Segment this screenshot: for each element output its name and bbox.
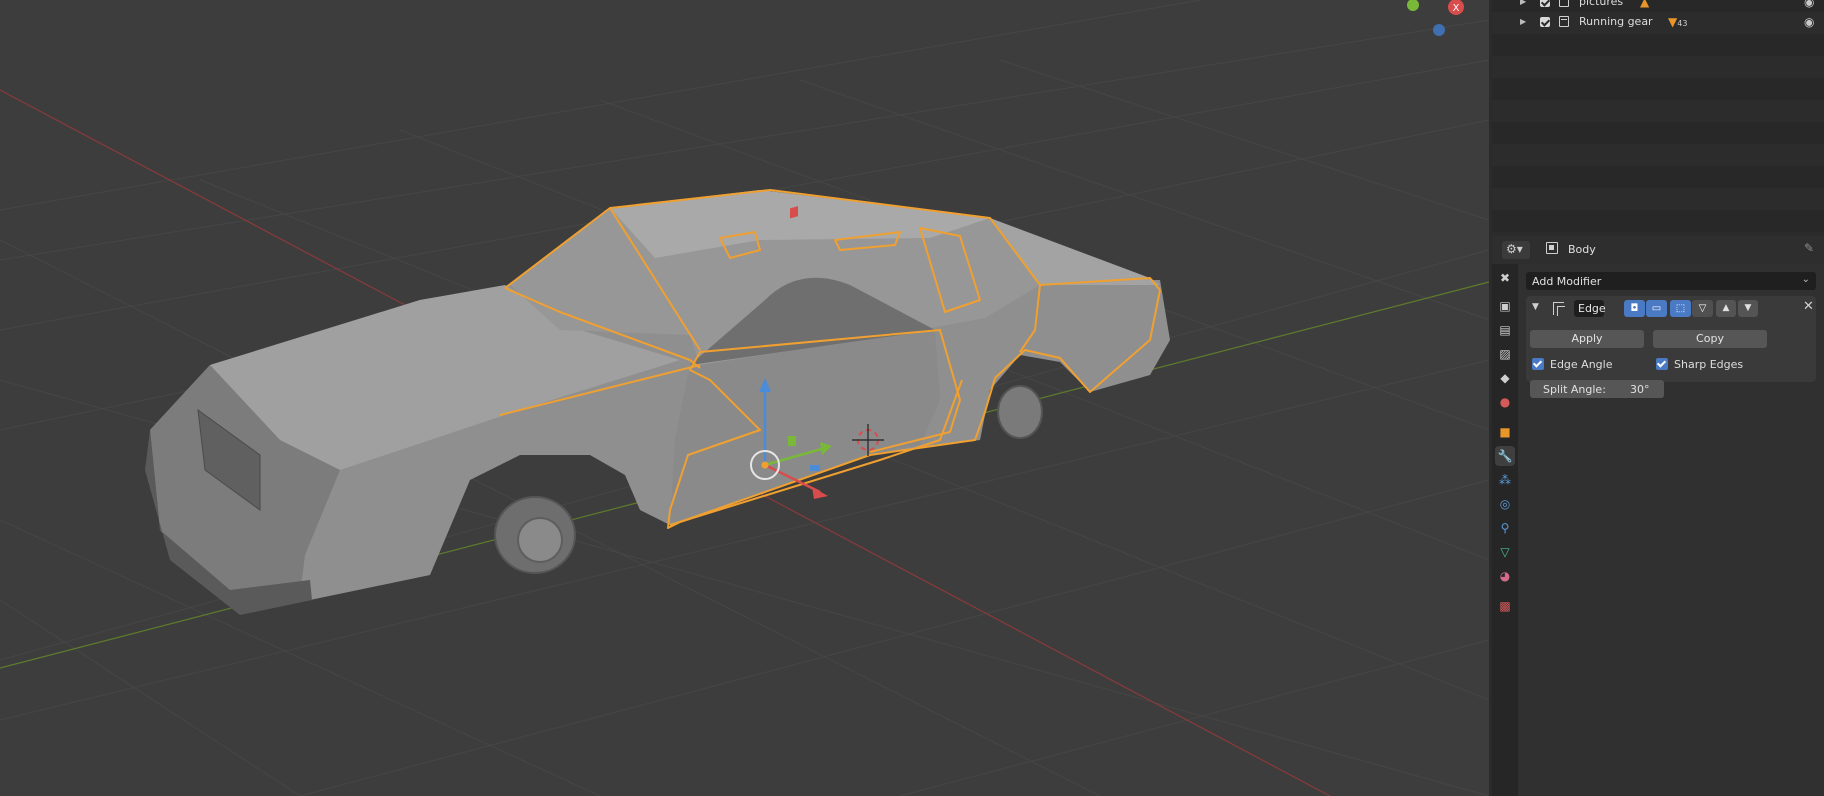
- split-angle-value: 30°: [1630, 383, 1650, 396]
- constraints-tab-icon[interactable]: ⚲: [1495, 518, 1515, 538]
- outliner-empty-row: [1492, 166, 1824, 188]
- navigation-gizmo[interactable]: X: [1407, 0, 1464, 36]
- outliner-empty-row: [1492, 34, 1824, 56]
- move-down-icon[interactable]: ▼: [1738, 300, 1758, 317]
- sharp-edges-checkbox[interactable]: [1656, 358, 1668, 370]
- outliner-empty-row: [1492, 210, 1824, 232]
- render-tab-icon[interactable]: ▣: [1495, 296, 1515, 316]
- visibility-eye-icon[interactable]: ◉: [1804, 0, 1814, 9]
- object-icon: [1546, 242, 1558, 254]
- mesh-icon: ▼: [1668, 15, 1678, 29]
- copy-button[interactable]: Copy: [1653, 330, 1767, 348]
- show-viewport-icon[interactable]: ▭: [1646, 300, 1667, 317]
- show-in-editmode-icon[interactable]: ◘: [1624, 300, 1645, 317]
- world-tab-icon[interactable]: ●: [1495, 392, 1515, 412]
- outliner-row-running-gear[interactable]: ▶ Running gear ▼43 ◉: [1492, 12, 1824, 34]
- editor-type-button[interactable]: ⚙▾: [1502, 241, 1530, 259]
- 3d-viewport[interactable]: X: [0, 0, 1489, 796]
- modifier-name: Edge: [1578, 302, 1606, 315]
- visibility-eye-icon[interactable]: ◉: [1804, 15, 1814, 29]
- modifier-properties: Add Modifier ⌄ ▼ Edge ◘ ▭ ⬚ ▽ ▲ ▼ ✕ Appl…: [1518, 264, 1824, 796]
- expand-arrow-icon[interactable]: ▶: [1520, 0, 1526, 6]
- particles-tab-icon[interactable]: ⁂: [1495, 470, 1515, 490]
- output-tab-icon[interactable]: ▤: [1495, 320, 1515, 340]
- blender-window: X ▶ pictures ▲ ◉ ▶ Running gear ▼43 ◉ ⚙▾…: [0, 0, 1824, 796]
- checkbox-icon[interactable]: [1540, 17, 1550, 27]
- move-up-icon[interactable]: ▲: [1716, 300, 1736, 317]
- mesh-count: 43: [1677, 19, 1688, 28]
- object-tab-icon[interactable]: ■: [1495, 422, 1515, 442]
- tool-tab-icon[interactable]: ✖: [1495, 268, 1515, 288]
- physics-tab-icon[interactable]: ◎: [1495, 494, 1515, 514]
- material-tab-icon[interactable]: ◕: [1495, 566, 1515, 586]
- add-modifier-dropdown[interactable]: Add Modifier ⌄: [1526, 272, 1816, 290]
- outliner-empty-row: [1492, 56, 1824, 78]
- split-angle-field[interactable]: Split Angle: 30°: [1530, 380, 1664, 398]
- edge-angle-label: Edge Angle: [1550, 358, 1613, 371]
- mesh-count-badge: ▼43: [1668, 15, 1687, 29]
- split-angle-label: Split Angle:: [1543, 383, 1606, 396]
- sharp-edges-label: Sharp Edges: [1674, 358, 1744, 371]
- outliner-empty-row: [1492, 78, 1824, 100]
- outliner[interactable]: ▶ pictures ▲ ◉ ▶ Running gear ▼43 ◉: [1492, 0, 1824, 232]
- image-object-icon: ▲: [1640, 0, 1650, 9]
- scene-tab-icon[interactable]: ◆: [1495, 368, 1515, 388]
- remove-modifier-icon[interactable]: ✕: [1803, 299, 1814, 314]
- active-object-name: Body: [1568, 243, 1596, 256]
- properties-tabs: ✖ ▣ ▤ ▨ ◆ ● ■ 🔧 ⁂ ◎ ⚲ ▽ ◕ ▩: [1492, 264, 1518, 796]
- edge-angle-checkbox[interactable]: [1532, 358, 1544, 370]
- collection-icon: [1559, 0, 1569, 7]
- edge-split-icon: [1553, 302, 1565, 316]
- expand-arrow-icon[interactable]: ▶: [1520, 17, 1526, 26]
- outliner-empty-row: [1492, 144, 1824, 166]
- outliner-empty-row: [1492, 100, 1824, 122]
- apply-button[interactable]: Apply: [1530, 330, 1644, 348]
- outliner-empty-row: [1492, 188, 1824, 210]
- edge-split-modifier-panel: ▼ Edge ◘ ▭ ⬚ ▽ ▲ ▼ ✕ Apply Copy Edge Ang…: [1526, 296, 1816, 398]
- texture-tab-icon[interactable]: ▩: [1495, 596, 1515, 616]
- front-brake-disc: [517, 517, 563, 563]
- show-render-icon[interactable]: ⬚: [1670, 300, 1691, 317]
- checkbox-icon[interactable]: [1540, 0, 1550, 7]
- outliner-item-label: Running gear: [1579, 15, 1653, 28]
- properties-header: ⚙▾ Body ✎: [1492, 236, 1824, 264]
- editor-type-icon: ⚙▾: [1506, 242, 1523, 256]
- collapse-arrow-icon[interactable]: ▼: [1532, 302, 1539, 312]
- modifier-name-field[interactable]: Edge: [1574, 300, 1606, 317]
- add-modifier-label: Add Modifier: [1532, 275, 1602, 288]
- data-tab-icon[interactable]: ▽: [1495, 542, 1515, 562]
- modifier-tab-icon[interactable]: 🔧: [1495, 446, 1515, 466]
- rear-wheel-hub: [997, 385, 1043, 439]
- right-editors: ▶ pictures ▲ ◉ ▶ Running gear ▼43 ◉ ⚙▾ B…: [1489, 0, 1824, 796]
- outliner-item-label: pictures: [1579, 0, 1624, 8]
- collection-icon: [1559, 16, 1569, 27]
- view-layer-tab-icon[interactable]: ▨: [1495, 344, 1515, 364]
- properties-editor[interactable]: ⚙▾ Body ✎ ✖ ▣ ▤ ▨ ◆ ● ■ 🔧 ⁂ ◎ ⚲ ▽ ◕ ▩ Ad…: [1492, 236, 1824, 796]
- on-cage-icon[interactable]: ▽: [1692, 300, 1713, 317]
- outliner-empty-row: [1492, 122, 1824, 144]
- gizmo-x-label: X: [1453, 3, 1460, 14]
- pin-icon[interactable]: ✎: [1804, 241, 1814, 255]
- viewport-canvas[interactable]: X: [0, 0, 1489, 796]
- chevron-down-icon: ⌄: [1801, 274, 1810, 285]
